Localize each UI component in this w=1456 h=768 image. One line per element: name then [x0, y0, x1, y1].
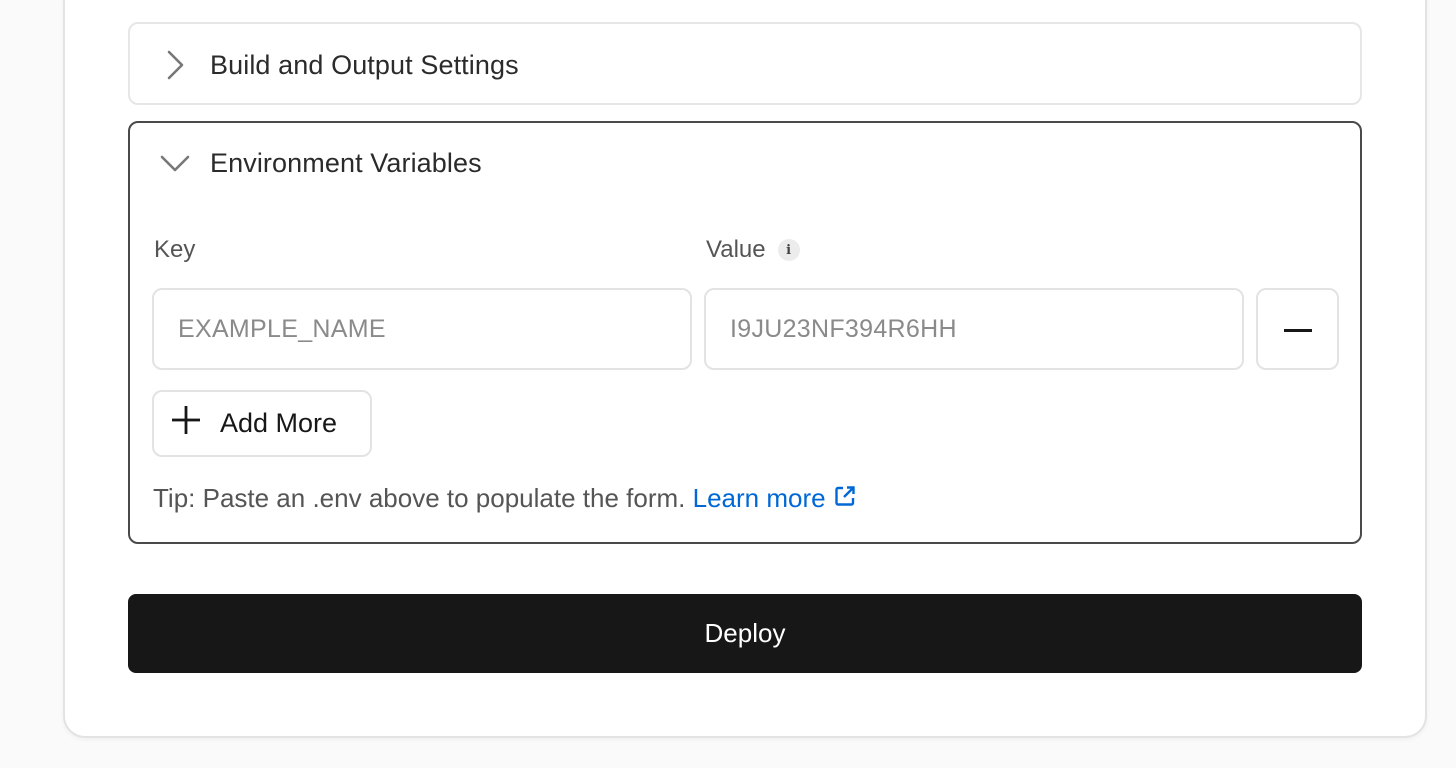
- build-output-settings-toggle[interactable]: Build and Output Settings: [130, 24, 1360, 106]
- environment-variables-toggle[interactable]: Environment Variables: [130, 123, 1360, 203]
- key-label-text: Key: [154, 236, 196, 263]
- plus-icon: [172, 406, 200, 441]
- learn-more-link[interactable]: Learn more: [693, 483, 856, 514]
- add-more-label: Add More: [220, 408, 338, 438]
- environment-variables-section: Environment Variables Key Value i EXAMPL…: [128, 121, 1362, 544]
- value-input-placeholder: I9JU23NF394R6HH: [730, 314, 957, 343]
- deploy-button[interactable]: Deploy: [128, 594, 1362, 673]
- add-more-button[interactable]: Add More: [152, 390, 372, 457]
- build-output-settings-section: Build and Output Settings: [128, 22, 1362, 105]
- section-title: Environment Variables: [210, 147, 482, 178]
- section-title: Build and Output Settings: [210, 49, 519, 80]
- value-input[interactable]: I9JU23NF394R6HH: [704, 288, 1244, 370]
- external-link-icon: [834, 483, 856, 514]
- learn-more-label: Learn more: [692, 483, 826, 513]
- chevron-down-icon: [158, 146, 192, 180]
- value-label: Value i: [706, 236, 800, 264]
- remove-row-button[interactable]: [1256, 288, 1339, 370]
- value-label-text: Value: [706, 236, 766, 263]
- tip-text: Tip: Paste an .env above to populate the…: [153, 483, 856, 514]
- deploy-label: Deploy: [704, 618, 786, 648]
- info-icon[interactable]: i: [777, 239, 800, 261]
- key-input-placeholder: EXAMPLE_NAME: [178, 314, 386, 343]
- key-input[interactable]: EXAMPLE_NAME: [152, 288, 692, 370]
- minus-icon: [1283, 320, 1312, 338]
- tip-message: Tip: Paste an .env above to populate the…: [153, 483, 686, 513]
- chevron-right-icon: [158, 48, 192, 82]
- key-label: Key: [154, 236, 195, 264]
